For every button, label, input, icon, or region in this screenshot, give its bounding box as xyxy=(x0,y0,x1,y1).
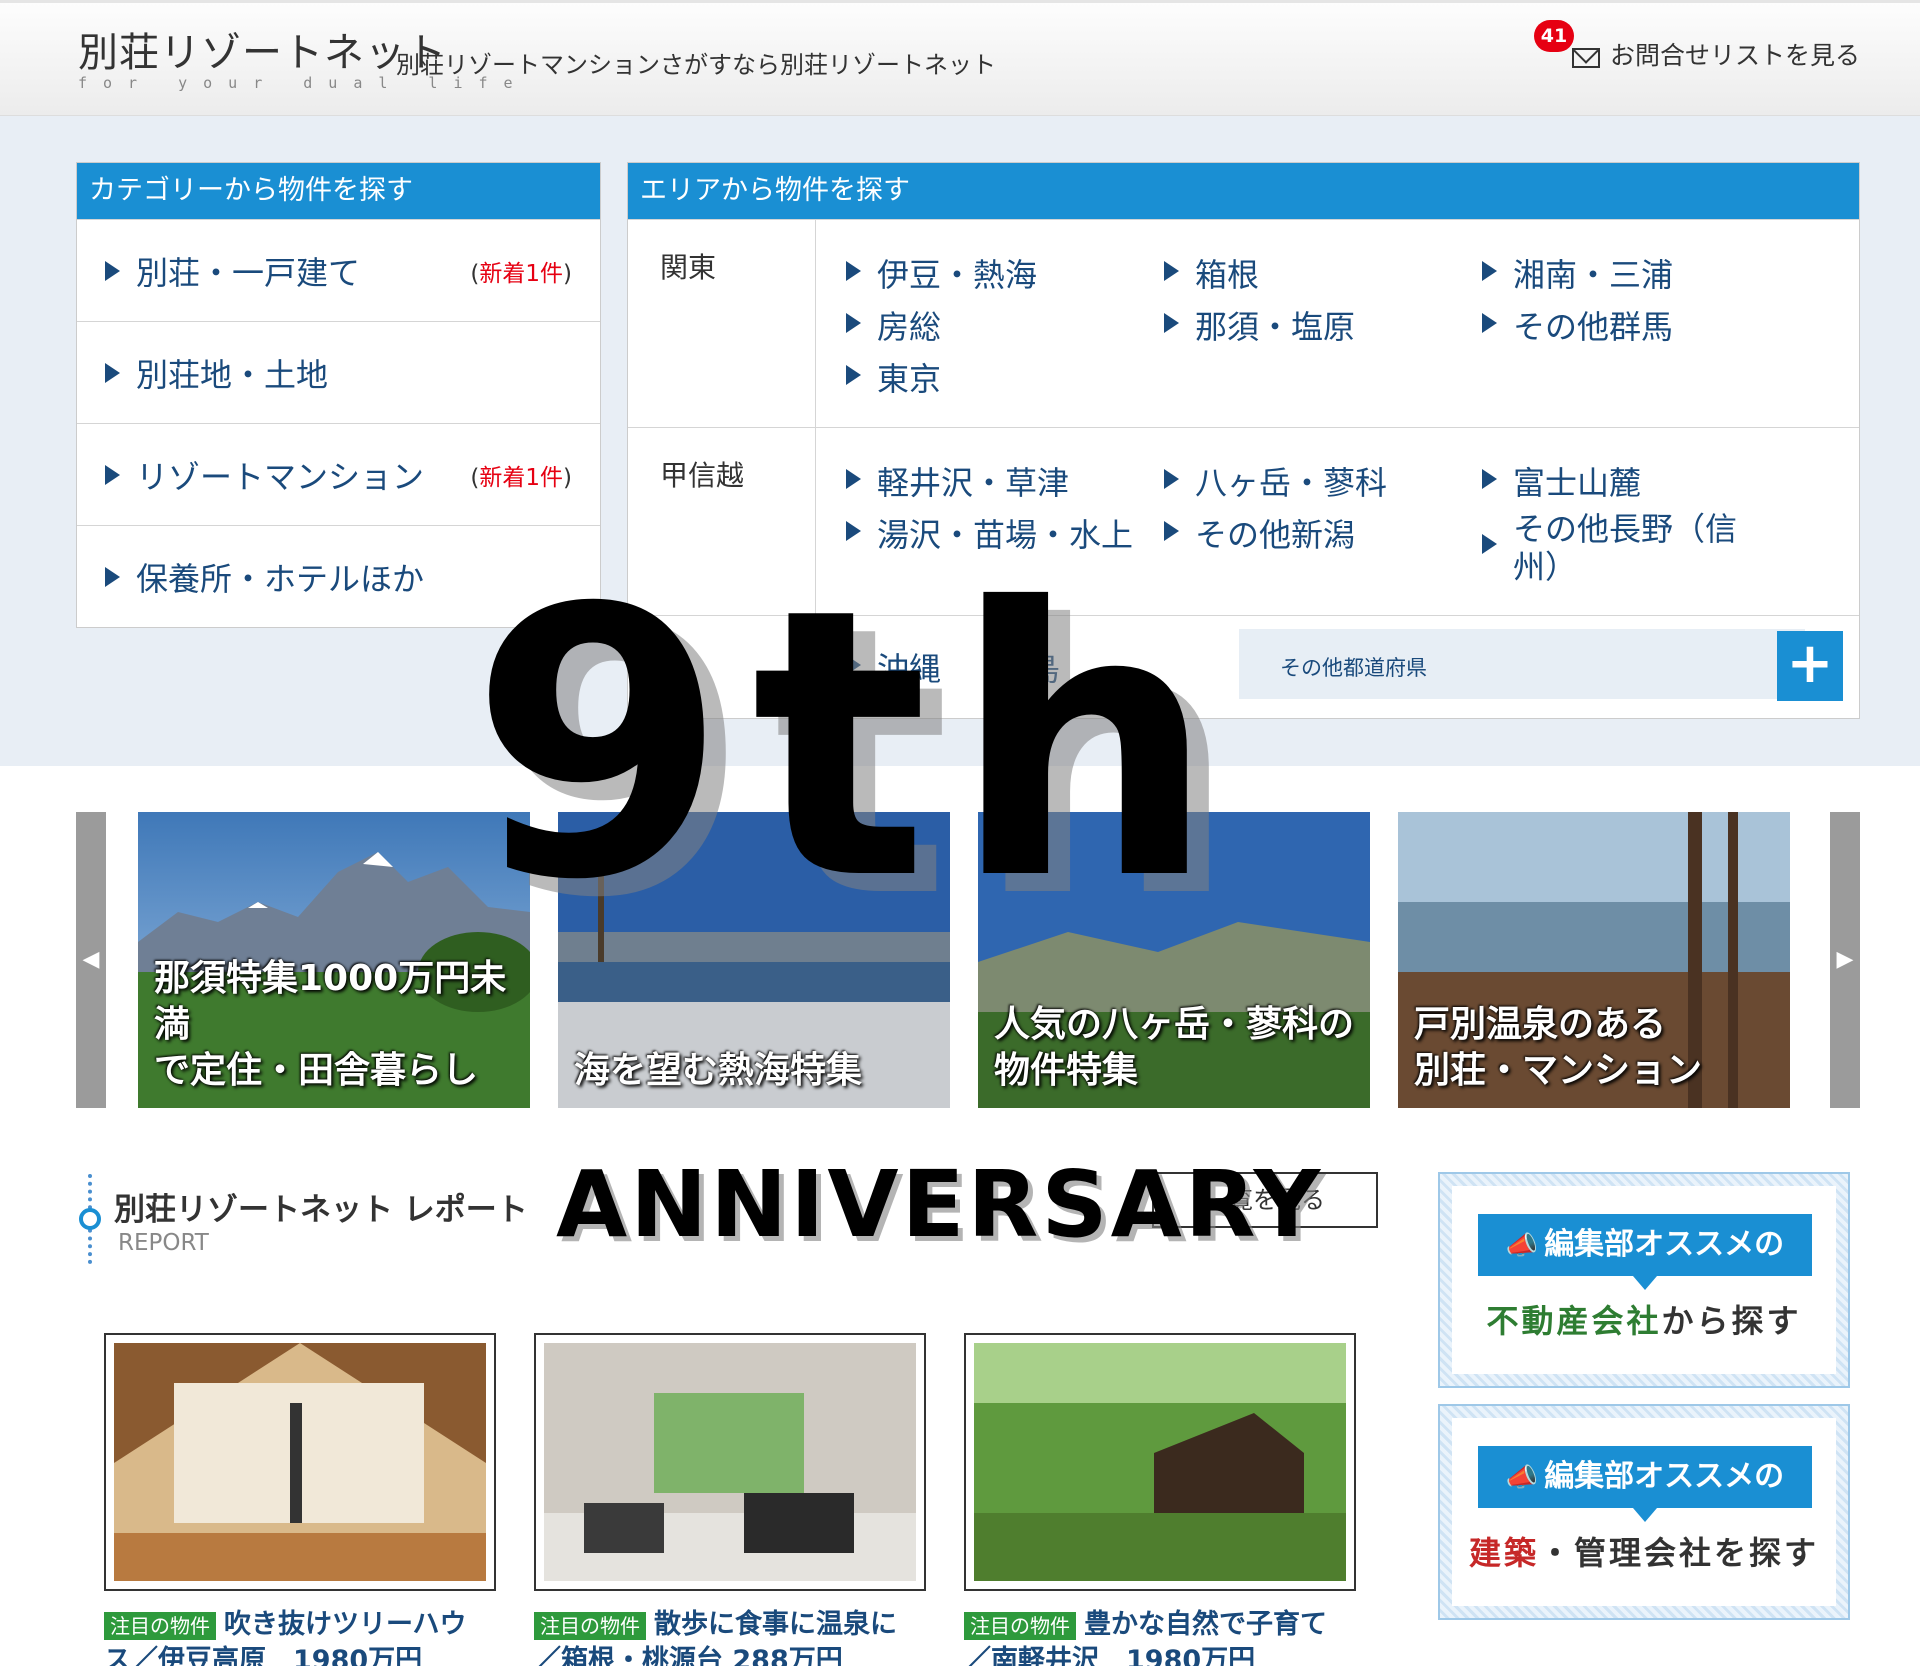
contact-list-label: お問合せリストを見る xyxy=(1609,41,1860,70)
triangle-right-icon xyxy=(1482,313,1497,333)
card-photo-treehouse xyxy=(114,1343,486,1581)
slide-onsen[interactable]: 戸別温泉のある 別荘・マンション xyxy=(1398,812,1790,1108)
slider-prev-button[interactable]: ◀ xyxy=(76,812,106,1108)
timeline-dot-icon xyxy=(79,1208,101,1230)
report-section-header: 別荘リゾートネット レポート REPORT xyxy=(76,1166,596,1266)
triangle-right-icon xyxy=(1164,313,1179,333)
contact-list-link[interactable]: お問合せリストを見る xyxy=(1571,36,1860,72)
area-link-yatsugatake-tateshina[interactable]: 八ヶ岳・蓼科 xyxy=(1164,458,1387,504)
report-card[interactable]: 注目の物件 散歩に食事に温泉に ／箱根・桃源台 288万円 xyxy=(534,1333,926,1666)
card-image xyxy=(964,1333,1356,1591)
report-subtitle: REPORT xyxy=(118,1230,209,1256)
area-link-fuji-foothills[interactable]: 富士山麓 xyxy=(1482,458,1641,504)
report-title: 別荘リゾートネット レポート xyxy=(114,1192,528,1228)
new-count-tag: (新着1件) xyxy=(470,464,572,491)
card-photo-living-room xyxy=(544,1343,916,1581)
triangle-right-icon xyxy=(846,469,861,489)
contact-count-badge: 41 xyxy=(1534,20,1574,52)
card-title: 注目の物件 豊かな自然で子育て ／南軽井沢 1980万円 xyxy=(964,1609,1327,1666)
other-prefectures-label[interactable]: その他都道府県 xyxy=(1280,652,1427,682)
card-title: 注目の物件 散歩に食事に温泉に ／箱根・桃源台 288万円 xyxy=(534,1609,897,1666)
slide-caption: 那須特集1000万円未満 で定住・田舎暮らし xyxy=(154,958,507,1091)
megaphone-icon: 📣 xyxy=(1505,1231,1539,1261)
region-label: 関東 xyxy=(660,251,717,284)
region-label: 甲信越 xyxy=(660,459,745,492)
banner-cta: 建築・管理会社を探す xyxy=(1468,1534,1820,1572)
slide-caption: 戸別温泉のある 別荘・マンション xyxy=(1414,1004,1703,1091)
area-link-izu-atami[interactable]: 伊豆・熱海 xyxy=(846,250,1037,296)
triangle-right-icon xyxy=(846,313,861,333)
area-link-karuizawa-kusatsu[interactable]: 軽井沢・草津 xyxy=(846,458,1069,504)
category-label: リゾートマンション xyxy=(136,457,425,496)
triangle-right-icon xyxy=(105,464,120,485)
mail-icon xyxy=(1571,48,1600,68)
region-row-kanto: 関東 伊豆・熱海 箱根 湘南・三浦 房総 那須・塩原 その他群馬 東京 xyxy=(628,219,1859,427)
area-link-nasu-shiobara[interactable]: 那須・塩原 xyxy=(1164,302,1355,348)
banner-heading: 📣 編集部オススメの xyxy=(1478,1214,1812,1290)
anniversary-9th-overlay: 9th xyxy=(470,531,1240,961)
anniversary-text-overlay: ANNIVERSARY xyxy=(556,1151,1324,1258)
triangle-right-icon xyxy=(105,362,120,383)
featured-tag: 注目の物件 xyxy=(534,1611,646,1640)
featured-tag: 注目の物件 xyxy=(964,1611,1076,1640)
area-link-tokyo[interactable]: 東京 xyxy=(846,354,941,400)
category-label: 保養所・ホテルほか xyxy=(136,559,425,598)
card-photo-forest-cabin xyxy=(974,1343,1346,1581)
featured-tag: 注目の物件 xyxy=(104,1611,216,1640)
area-link-other-gunma[interactable]: その他群馬 xyxy=(1482,302,1673,348)
card-title: 注目の物件 吹き抜けツリーハウ ス／伊豆高原 1980万円 xyxy=(104,1609,467,1666)
triangle-right-icon xyxy=(105,566,120,587)
banner-heading: 📣 編集部オススメの xyxy=(1478,1446,1812,1522)
expand-plus-button[interactable]: + xyxy=(1777,631,1843,701)
triangle-right-icon xyxy=(846,365,861,385)
area-link-boso[interactable]: 房総 xyxy=(846,302,941,348)
triangle-right-icon xyxy=(105,260,120,281)
banner-find-builder[interactable]: 📣 編集部オススメの 建築・管理会社を探す xyxy=(1438,1404,1850,1620)
triangle-right-icon xyxy=(1482,534,1497,554)
slider-next-button[interactable]: ▶ xyxy=(1830,812,1860,1108)
category-item-land[interactable]: 別荘地・土地 xyxy=(77,321,600,423)
report-card[interactable]: 注目の物件 豊かな自然で子育て ／南軽井沢 1980万円 xyxy=(964,1333,1356,1666)
triangle-right-icon xyxy=(1482,261,1497,281)
site-header: 別荘リゾートネット for your dual life 別荘リゾートマンション… xyxy=(0,0,1920,116)
triangle-right-icon xyxy=(1164,469,1179,489)
area-panel-title: エリアから物件を探す xyxy=(628,163,1859,219)
new-count-tag: (新着1件) xyxy=(470,260,572,287)
area-link-shonan-miura[interactable]: 湘南・三浦 xyxy=(1482,250,1673,296)
report-card[interactable]: 注目の物件 吹き抜けツリーハウ ス／伊豆高原 1980万円 xyxy=(104,1333,496,1666)
area-link-other-nagano[interactable]: その他長野（信州） xyxy=(1482,510,1742,586)
card-image xyxy=(534,1333,926,1591)
triangle-right-icon xyxy=(1164,261,1179,281)
megaphone-icon: 📣 xyxy=(1505,1463,1539,1493)
slide-caption: 海を望む熱海特集 xyxy=(574,1050,863,1091)
slide-caption: 人気の八ヶ岳・蓼科の 物件特集 xyxy=(994,1004,1355,1091)
category-label: 別荘地・土地 xyxy=(136,355,329,394)
site-tagline: 別荘リゾートマンションさがすなら別荘リゾートネット xyxy=(396,51,996,79)
area-link-hakone[interactable]: 箱根 xyxy=(1164,250,1259,296)
banner-find-real-estate[interactable]: 📣 編集部オススメの 不動産会社から探す xyxy=(1438,1172,1850,1388)
triangle-right-icon xyxy=(846,261,861,281)
category-panel-title: カテゴリーから物件を探す xyxy=(77,163,600,219)
category-item-resort-mansion[interactable]: リゾートマンション (新着1件) xyxy=(77,423,600,525)
triangle-right-icon xyxy=(1482,469,1497,489)
card-image xyxy=(104,1333,496,1591)
category-label: 別荘・一戸建て xyxy=(136,253,361,292)
banner-cta: 不動産会社から探す xyxy=(1486,1302,1802,1340)
category-item-villa[interactable]: 別荘・一戸建て (新着1件) xyxy=(77,219,600,321)
